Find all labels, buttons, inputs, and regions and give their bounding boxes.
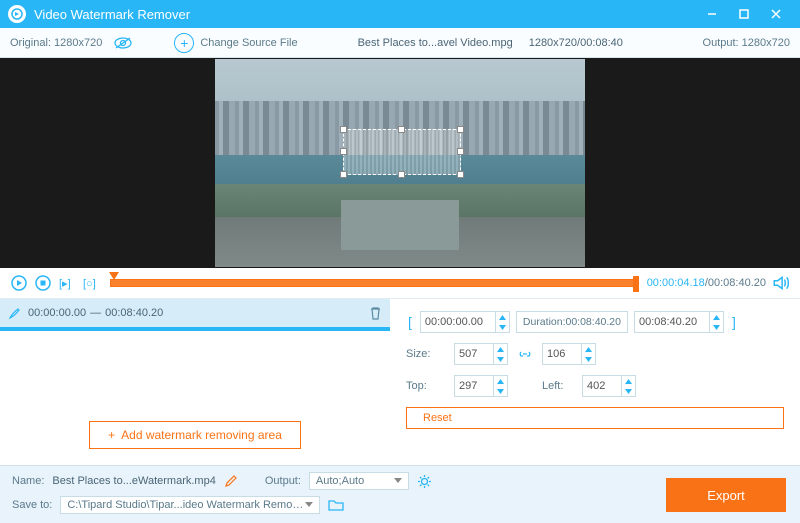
top-input[interactable]	[454, 375, 508, 397]
app-title: Video Watermark Remover	[34, 7, 190, 22]
preview-toggle-icon[interactable]	[112, 34, 134, 52]
header-bar: Original: 1280x720 + Change Source File …	[0, 28, 800, 58]
segment-sep: —	[90, 307, 101, 319]
segment-end: 00:08:40.20	[105, 307, 163, 319]
video-preview-area	[0, 58, 800, 268]
svg-text:[○]: [○]	[83, 278, 96, 290]
resize-handle[interactable]	[398, 171, 405, 178]
resize-handle[interactable]	[340, 126, 347, 133]
end-time-input[interactable]	[634, 311, 724, 333]
width-input[interactable]	[454, 343, 508, 365]
minimize-button[interactable]	[696, 0, 728, 28]
video-frame[interactable]	[215, 59, 585, 267]
resize-handle[interactable]	[340, 171, 347, 178]
volume-icon[interactable]	[772, 274, 790, 292]
edit-name-icon[interactable]	[224, 475, 237, 488]
stop-button[interactable]	[34, 274, 52, 292]
playback-bar: [▸] [○] 00:00:04.18/00:08:40.20	[0, 268, 800, 298]
timeline-end-marker[interactable]	[633, 276, 639, 292]
output-filename: Best Places to...eWatermark.mp4	[52, 475, 215, 487]
resize-handle[interactable]	[457, 171, 464, 178]
plus-icon: +	[108, 428, 115, 442]
play-button[interactable]	[10, 274, 28, 292]
segment-row[interactable]: 00:00:00.00 — 00:08:40.20	[0, 299, 390, 327]
size-label: Size:	[406, 348, 448, 360]
duration-box: Duration:00:08:40.20	[516, 311, 628, 333]
segments-pane: 00:00:00.00 — 00:08:40.20 + Add watermar…	[0, 299, 390, 465]
bracket-left-icon[interactable]: [	[406, 314, 414, 330]
output-settings-icon[interactable]	[417, 474, 432, 489]
timeline-start-marker[interactable]	[109, 272, 119, 280]
output-format-select[interactable]: Auto;Auto	[309, 472, 409, 490]
top-label: Top:	[406, 380, 448, 392]
time-display: 00:00:04.18/00:08:40.20	[647, 277, 766, 289]
change-source-label: Change Source File	[200, 37, 297, 49]
save-to-label: Save to:	[12, 499, 52, 511]
source-filename: Best Places to...avel Video.mpg	[358, 37, 513, 49]
height-input[interactable]	[542, 343, 596, 365]
watermark-selection-box[interactable]	[343, 129, 461, 175]
snapshot-button[interactable]: [○]	[82, 274, 100, 292]
resize-handle[interactable]	[398, 126, 405, 133]
svg-text:[▸]: [▸]	[59, 278, 71, 290]
left-label: Left:	[542, 380, 576, 392]
name-label: Name:	[12, 475, 44, 487]
bracket-right-icon[interactable]: ]	[730, 314, 738, 330]
maximize-button[interactable]	[728, 0, 760, 28]
app-logo-icon	[8, 5, 26, 23]
output-label: Output: 1280x720	[703, 37, 790, 49]
segment-start: 00:00:00.00	[28, 307, 86, 319]
original-label: Original: 1280x720	[10, 37, 102, 49]
resize-handle[interactable]	[340, 148, 347, 155]
add-area-label: Add watermark removing area	[121, 428, 282, 442]
timeline-slider[interactable]	[110, 279, 637, 287]
next-frame-button[interactable]: [▸]	[58, 274, 76, 292]
lower-panel: 00:00:00.00 — 00:08:40.20 + Add watermar…	[0, 298, 800, 465]
resize-handle[interactable]	[457, 126, 464, 133]
left-input[interactable]	[582, 375, 636, 397]
close-button[interactable]	[760, 0, 792, 28]
brush-icon	[8, 306, 22, 320]
plus-icon: +	[174, 33, 194, 53]
footer-bar: Name: Best Places to...eWatermark.mp4 Ou…	[0, 465, 800, 523]
title-bar: Video Watermark Remover	[0, 0, 800, 28]
add-watermark-area-button[interactable]: + Add watermark removing area	[89, 421, 301, 449]
change-source-button[interactable]: + Change Source File	[174, 33, 297, 53]
save-path-select[interactable]: C:\Tipard Studio\Tipar...ideo Watermark …	[60, 496, 320, 514]
output-format-label: Output:	[265, 475, 301, 487]
export-button[interactable]: Export	[666, 478, 786, 512]
resize-handle[interactable]	[457, 148, 464, 155]
reset-button[interactable]: Reset	[406, 407, 784, 429]
properties-pane: [ Duration:00:08:40.20 ] Size: Top: Left…	[390, 299, 800, 465]
start-time-input[interactable]	[420, 311, 510, 333]
source-resolution-duration: 1280x720/00:08:40	[529, 37, 623, 49]
delete-segment-icon[interactable]	[369, 306, 382, 320]
open-folder-icon[interactable]	[328, 499, 344, 512]
link-aspect-icon[interactable]	[514, 348, 536, 360]
